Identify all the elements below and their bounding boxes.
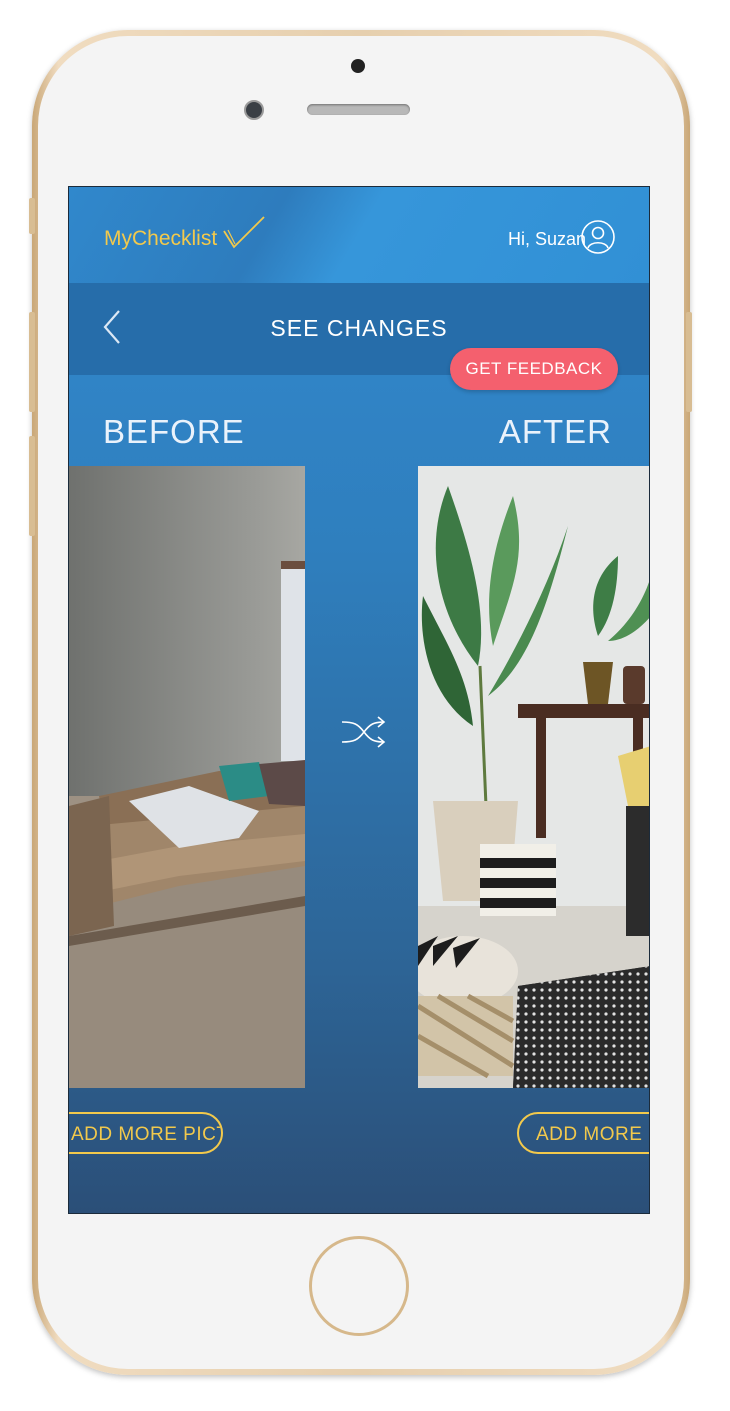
proximity-sensor [351,59,365,73]
before-heading: BEFORE [103,413,245,450]
app-logo: MyChecklist [104,227,218,250]
app-screen: MyChecklist Hi, Suzan SEE CHANGES GET FE… [68,186,650,1214]
app-header: MyChecklist Hi, Suzan [69,187,649,283]
volume-down-button [29,436,35,536]
shuffle-icon[interactable] [340,712,388,752]
before-room-illustration [69,466,305,1088]
power-button [686,312,692,412]
page-title: SEE CHANGES [270,315,448,341]
earpiece-speaker [307,104,410,115]
after-room-illustration [418,466,649,1088]
volume-up-button [29,312,35,412]
user-circle-icon[interactable] [581,220,615,254]
add-more-pictures-after-button[interactable]: ADD MORE PICTURES [517,1112,649,1154]
home-button[interactable] [309,1236,409,1336]
add-more-pictures-before-button[interactable]: ADD MORE PICTURES [69,1112,223,1154]
user-greeting: Hi, Suzan [507,229,586,249]
get-feedback-button[interactable]: GET FEEDBACK [450,348,618,390]
after-photo[interactable] [418,466,649,1088]
front-camera [244,100,264,120]
checkmark-icon [223,216,265,249]
after-heading: AFTER [498,413,612,450]
mute-switch [29,198,35,234]
before-photo[interactable] [69,466,305,1088]
